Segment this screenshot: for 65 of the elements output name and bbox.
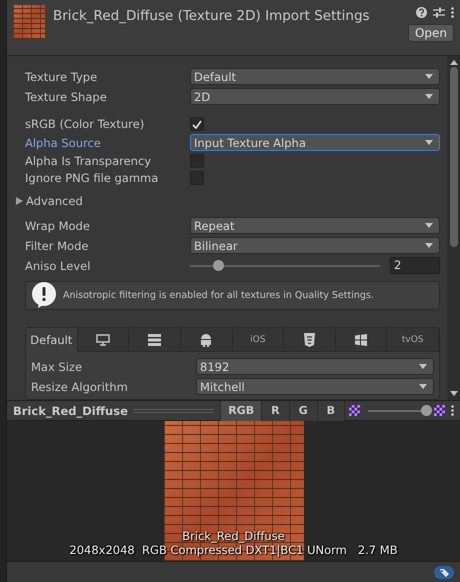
dropdown[interactable]: 8192 — [196, 358, 434, 375]
mip-slider-thumb[interactable] — [421, 405, 432, 416]
open-button[interactable]: Open — [408, 24, 454, 42]
channel-button[interactable]: B — [316, 400, 344, 420]
field-label: Max Size — [31, 360, 84, 374]
field-label: sRGB (Color Texture) — [25, 117, 146, 131]
monitor-icon — [96, 334, 110, 346]
caret-icon — [419, 364, 427, 369]
dropdown[interactable]: Mitchell — [196, 378, 434, 395]
platform-tab[interactable] — [336, 328, 388, 352]
caret-icon — [425, 74, 433, 79]
preview-name: Brick_Red_Diffuse — [182, 529, 285, 543]
field-label: Texture Type — [25, 70, 98, 84]
platform-tab[interactable]: tvOS — [387, 328, 439, 352]
field-label: Wrap Mode — [25, 218, 91, 232]
platform-tab[interactable] — [180, 328, 232, 352]
tag-icon[interactable] — [434, 566, 454, 578]
more-menu-icon[interactable] — [451, 405, 454, 416]
dropdown[interactable]: 2D — [190, 88, 440, 105]
channel-button[interactable]: RGB — [220, 400, 262, 420]
settings-sliders-icon[interactable] — [433, 7, 445, 18]
android-icon — [200, 332, 212, 346]
platform-tab[interactable] — [78, 328, 130, 352]
checkbox[interactable] — [190, 117, 204, 131]
slider-thumb[interactable] — [213, 260, 224, 271]
caret-icon — [425, 140, 433, 145]
field-label: Resize Algorithm — [31, 380, 129, 394]
channel-button[interactable]: G — [288, 400, 317, 420]
field-label: Alpha Is Transparency — [25, 154, 152, 168]
dropdown[interactable]: Input Texture Alpha — [190, 134, 440, 151]
field-label: Texture Shape — [25, 90, 108, 104]
advanced-foldout[interactable]: Advanced — [16, 194, 440, 208]
help-icon[interactable] — [416, 7, 427, 18]
preview-title: Brick_Red_Diffuse — [13, 404, 128, 418]
field-label: Aniso Level — [25, 258, 92, 272]
foldout-arrow-icon — [16, 197, 23, 205]
html5-icon — [304, 332, 315, 346]
field-label: Filter Mode — [25, 238, 90, 252]
caret-icon — [425, 243, 433, 248]
large-mip-icon[interactable] — [434, 405, 445, 416]
scroll-up-icon[interactable] — [450, 60, 458, 65]
platform-tab[interactable]: iOS — [232, 328, 284, 352]
caret-icon — [425, 223, 433, 228]
more-menu-icon[interactable] — [451, 7, 454, 18]
number-field[interactable]: 2 — [390, 257, 440, 274]
platform-tab[interactable] — [129, 328, 181, 352]
channel-button[interactable]: R — [261, 400, 289, 420]
caret-icon — [419, 384, 427, 389]
field-label: Alpha Source — [25, 136, 102, 150]
texture-info: 2048x2048 RGB Compressed DXT1|BC1 UNorm 2.7 MB — [69, 543, 398, 557]
scrollbar[interactable] — [447, 56, 460, 400]
platform-tab[interactable]: Default — [26, 328, 78, 352]
dropdown[interactable]: Repeat — [190, 217, 440, 234]
scroll-down-icon[interactable] — [450, 391, 458, 396]
server-icon — [148, 334, 162, 346]
dropdown[interactable]: Default — [190, 68, 440, 85]
field-label: Ignore PNG file gamma — [25, 171, 160, 185]
windows-icon — [355, 334, 368, 346]
texture-thumbnail — [13, 5, 45, 39]
help-message: Anisotropic filtering is enabled for all textures in Quality Settings. — [63, 290, 374, 301]
caret-icon — [425, 94, 433, 99]
window-title: Brick_Red_Diffuse (Texture 2D) Import Settings — [53, 7, 371, 26]
small-mip-icon[interactable] — [349, 405, 360, 416]
platform-tab[interactable] — [284, 328, 336, 352]
dropdown[interactable]: Bilinear — [190, 237, 440, 254]
